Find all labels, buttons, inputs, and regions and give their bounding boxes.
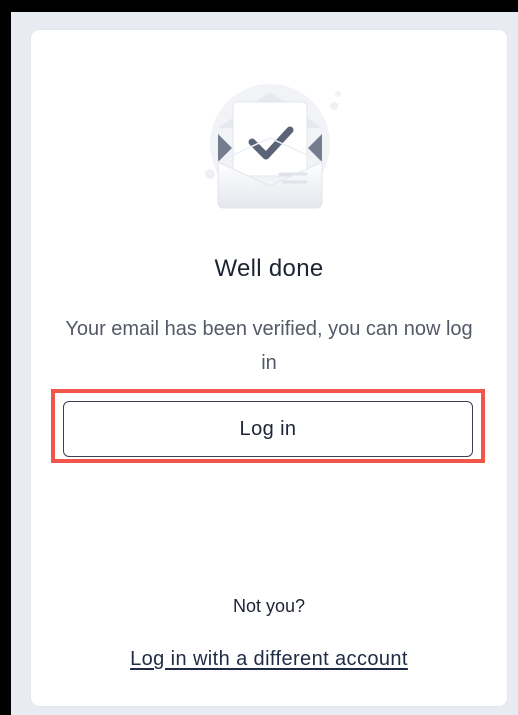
different-account-link[interactable]: Log in with a different account — [31, 648, 507, 671]
login-button[interactable]: Log in — [63, 401, 473, 457]
page-title: Well done — [214, 255, 324, 282]
verification-message: Your email has been verified, you can no… — [65, 318, 473, 374]
screen-frame-left — [0, 0, 11, 715]
not-you-text: Not you? — [232, 596, 306, 616]
envelope-check-icon — [205, 84, 341, 209]
screen-frame-top — [0, 0, 518, 12]
